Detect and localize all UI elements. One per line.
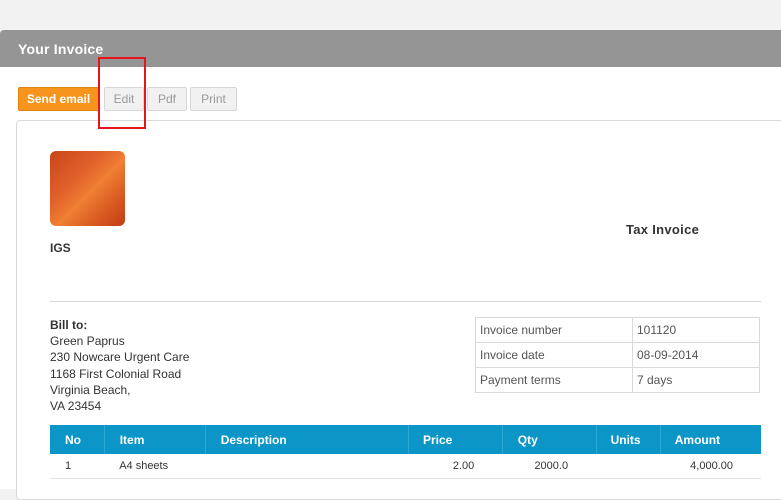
cell-price: 2.00 — [408, 454, 503, 479]
divider — [50, 301, 761, 302]
line-items-table: No Item Description Price Qty Units Amou… — [50, 425, 761, 479]
meta-label: Invoice date — [475, 342, 633, 368]
bill-to-line: 230 Nowcare Urgent Care — [50, 350, 190, 365]
cell-description — [205, 454, 409, 479]
print-button[interactable]: Print — [190, 87, 237, 111]
bill-to-line: 1168 First Colonial Road — [50, 366, 182, 381]
bill-to-label: Bill to: — [50, 318, 88, 332]
column-header-price: Price — [408, 425, 503, 454]
meta-label: Payment terms — [475, 367, 633, 393]
column-header-no: No — [50, 425, 105, 454]
pdf-button[interactable]: Pdf — [147, 87, 187, 111]
bill-to-line: VA 23454 — [50, 399, 102, 414]
meta-label: Invoice number — [475, 317, 633, 343]
company-logo — [50, 151, 125, 226]
column-header-description: Description — [205, 425, 409, 454]
meta-row: Invoice number 101120 — [475, 317, 760, 343]
meta-row: Payment terms 7 days — [475, 367, 760, 393]
column-header-qty: Qty — [502, 425, 597, 454]
cell-item: A4 sheets — [104, 454, 206, 479]
column-header-item: Item — [104, 425, 206, 454]
cell-no: 1 — [50, 454, 105, 479]
document-type: Tax Invoice — [626, 222, 700, 237]
company-name: IGS — [50, 241, 71, 255]
invoice-meta-table: Invoice number 101120 Invoice date 08-09… — [475, 317, 760, 393]
meta-value: 08-09-2014 — [632, 342, 760, 368]
send-email-button[interactable]: Send email — [18, 87, 99, 111]
column-header-amount: Amount — [660, 425, 761, 454]
window-title: Your Invoice — [18, 41, 104, 57]
bill-to-line: Green Paprus — [50, 334, 125, 349]
bill-to-block: Bill to: Green Paprus 230 Nowcare Urgent… — [50, 317, 189, 414]
meta-value: 101120 — [632, 317, 760, 343]
bill-to-line: Virginia Beach, — [50, 382, 131, 397]
cell-amount: 4,000.00 — [660, 454, 761, 479]
table-row: 1 A4 sheets 2.00 2000.0 4,000.00 — [50, 454, 761, 479]
meta-row: Invoice date 08-09-2014 — [475, 342, 760, 368]
meta-value: 7 days — [632, 367, 760, 393]
cell-qty: 2000.0 — [502, 454, 597, 479]
cell-units — [596, 454, 661, 479]
edit-highlight-box — [98, 57, 146, 129]
column-header-units: Units — [596, 425, 661, 454]
table-header-row: No Item Description Price Qty Units Amou… — [50, 425, 761, 454]
